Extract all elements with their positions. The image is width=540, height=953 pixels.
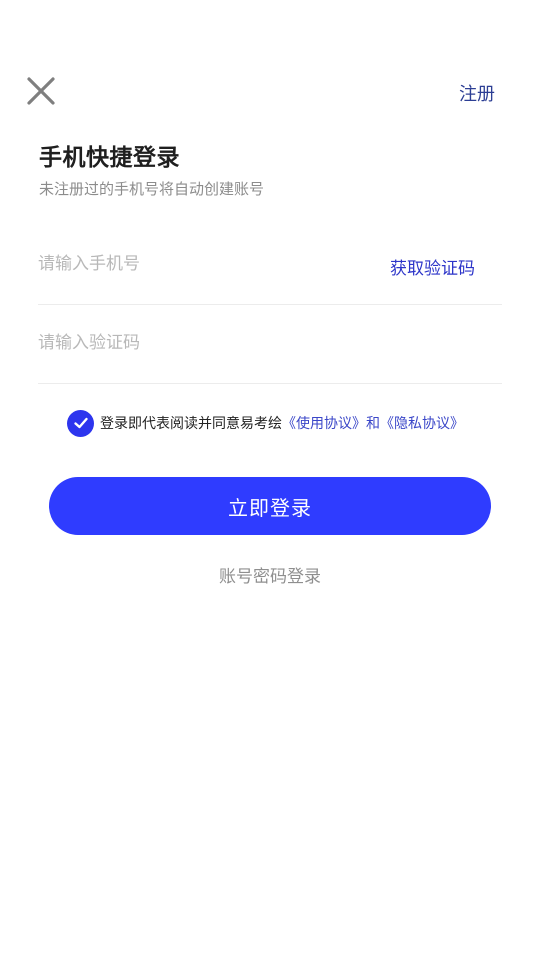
password-login-link[interactable]: 账号密码登录 [0, 562, 540, 587]
code-field-row [38, 304, 502, 384]
page-subtitle: 未注册过的手机号将自动创建账号 [39, 180, 265, 198]
user-agreement-link[interactable]: 《使用协议》 [282, 413, 366, 433]
checkmark-icon [73, 417, 88, 429]
code-input[interactable] [38, 328, 368, 358]
register-link[interactable]: 注册 [459, 80, 495, 106]
phone-field-row: 获取验证码 [38, 225, 502, 305]
page-title: 手机快捷登录 [39, 145, 180, 171]
agreement-and-text: 和 [366, 416, 380, 432]
agreement-checkbox[interactable] [67, 409, 94, 437]
login-button[interactable]: 立即登录 [49, 477, 491, 535]
agreement-row: 登录即代表阅读并同意易考绘 《使用协议》 和 《隐私协议》 [67, 409, 464, 437]
agreement-text: 登录即代表阅读并同意易考绘 [100, 416, 282, 432]
privacy-agreement-link[interactable]: 《隐私协议》 [380, 413, 464, 433]
close-button[interactable] [24, 74, 58, 108]
phone-input[interactable] [38, 249, 368, 279]
get-code-button[interactable]: 获取验证码 [390, 254, 475, 279]
close-icon [27, 77, 55, 105]
